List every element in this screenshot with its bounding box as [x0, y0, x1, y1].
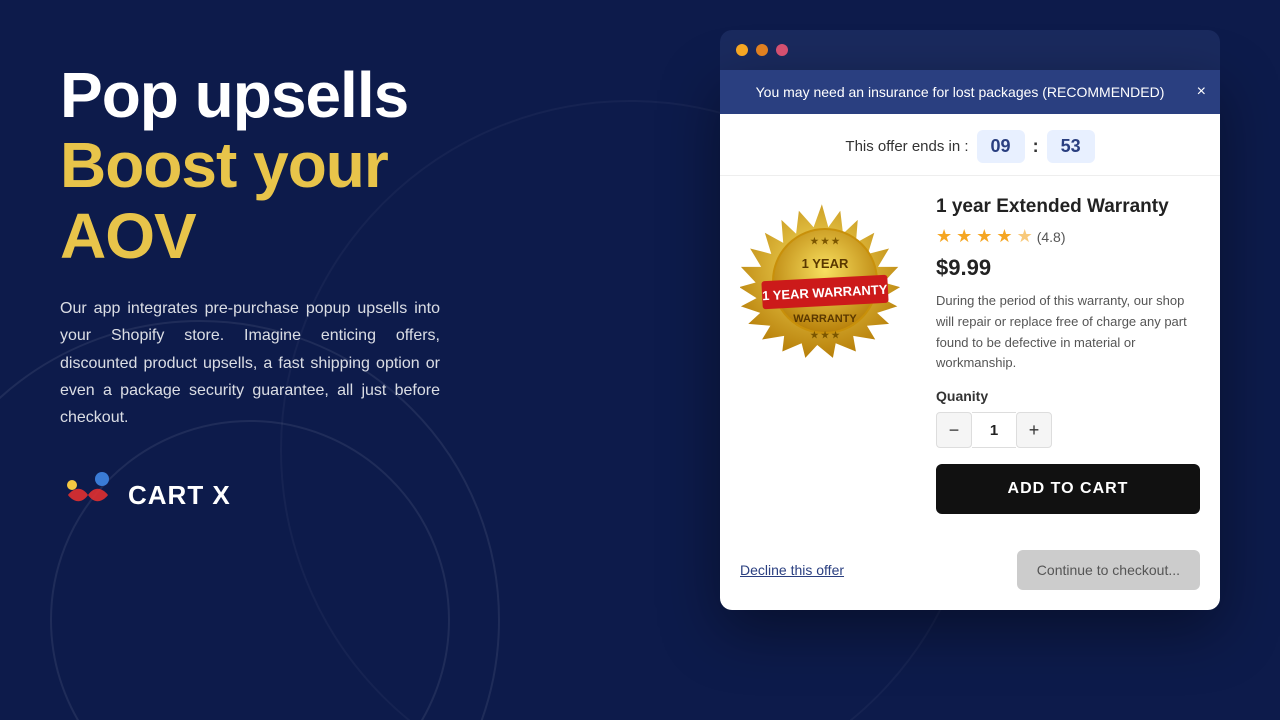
browser-dot-yellow: [736, 44, 748, 56]
star-1: ★: [936, 226, 952, 247]
svg-text:WARRANTY: WARRANTY: [793, 313, 857, 325]
add-to-cart-button[interactable]: ADD TO CART: [936, 464, 1200, 514]
logo-text: CART X: [128, 480, 231, 511]
popup-footer: Decline this offer Continue to checkout.…: [720, 534, 1220, 610]
cartx-logo-icon: [60, 467, 116, 523]
notification-bar: You may need an insurance for lost packa…: [720, 70, 1220, 114]
star-half: ★: [1017, 226, 1033, 247]
timer-row: This offer ends in : 09 : 53: [720, 114, 1220, 176]
stars-row: ★ ★ ★ ★ ★ (4.8): [936, 226, 1200, 247]
product-row: ★ ★ ★ 1 YEAR 1 YEAR WARRANTY WARRANTY ★ …: [720, 176, 1220, 534]
quantity-label: Quanity: [936, 388, 1200, 404]
rating-count: (4.8): [1037, 229, 1066, 245]
svg-text:★ ★ ★: ★ ★ ★: [810, 330, 840, 340]
logo-area: CART X: [60, 467, 560, 523]
product-price: $9.99: [936, 255, 1200, 281]
close-button[interactable]: ×: [1197, 84, 1206, 100]
browser-dot-pink: [776, 44, 788, 56]
notification-text: You may need an insurance for lost packa…: [756, 84, 1165, 100]
timer-minutes: 09: [977, 130, 1025, 163]
quantity-value: 1: [972, 412, 1016, 448]
star-4: ★: [996, 226, 1012, 247]
timer-seconds: 53: [1047, 130, 1095, 163]
headline-gold-line2: AOV: [60, 201, 560, 271]
product-info: 1 year Extended Warranty ★ ★ ★ ★ ★ (4.8)…: [936, 196, 1200, 514]
browser-bar: [720, 30, 1220, 70]
browser-dot-orange: [756, 44, 768, 56]
svg-text:★ ★ ★: ★ ★ ★: [810, 236, 840, 246]
popup-modal: You may need an insurance for lost packa…: [720, 70, 1220, 610]
warranty-badge: ★ ★ ★ 1 YEAR 1 YEAR WARRANTY WARRANTY ★ …: [740, 196, 920, 376]
left-panel: Pop upsells Boost your AOV Our app integ…: [60, 60, 560, 523]
warranty-seal-svg: ★ ★ ★ 1 YEAR 1 YEAR WARRANTY WARRANTY ★ …: [740, 196, 910, 366]
headline-gold-line1: Boost your: [60, 130, 560, 200]
decline-offer-link[interactable]: Decline this offer: [740, 562, 844, 578]
headline-white: Pop upsells: [60, 60, 560, 130]
quantity-increase-button[interactable]: +: [1016, 412, 1052, 448]
star-2: ★: [956, 226, 972, 247]
browser-mockup: You may need an insurance for lost packa…: [720, 30, 1220, 610]
description-text: Our app integrates pre-purchase popup up…: [60, 295, 440, 431]
continue-checkout-button[interactable]: Continue to checkout...: [1017, 550, 1200, 590]
timer-colon: :: [1033, 136, 1039, 157]
quantity-row: − 1 +: [936, 412, 1200, 448]
product-description: During the period of this warranty, our …: [936, 291, 1200, 374]
product-title: 1 year Extended Warranty: [936, 196, 1200, 218]
timer-label: This offer ends in :: [845, 138, 968, 155]
svg-text:1 YEAR: 1 YEAR: [802, 256, 849, 271]
quantity-decrease-button[interactable]: −: [936, 412, 972, 448]
star-3: ★: [976, 226, 992, 247]
